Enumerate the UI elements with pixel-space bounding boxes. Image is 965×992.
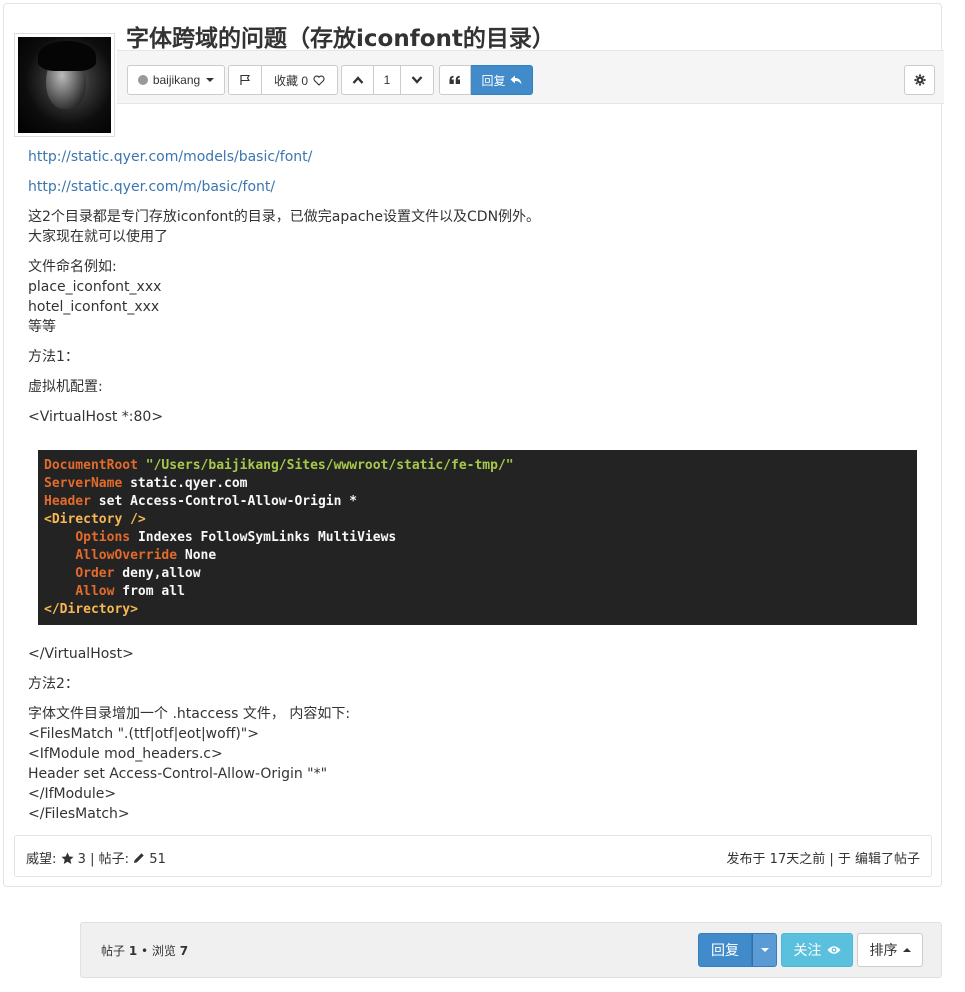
- code-tag: <Directory />: [44, 512, 146, 527]
- paragraph-text: </FilesMatch>: [28, 806, 130, 822]
- topic-reply-button[interactable]: 回复: [698, 933, 752, 967]
- code-keyword: Options: [75, 530, 131, 545]
- caret-down-icon: [760, 948, 769, 952]
- page-title: 字体跨域的问题（存放iconfont的目录）: [126, 26, 555, 52]
- reply-button[interactable]: 回复: [471, 65, 533, 95]
- paragraph-text: </VirtualHost>: [28, 646, 134, 662]
- published-info: 发布于 17天之前 | 于 编辑了帖子: [726, 852, 920, 867]
- quote-button[interactable]: [439, 65, 471, 95]
- author-dropdown-button[interactable]: baijikang: [127, 65, 225, 95]
- flag-icon: [240, 74, 250, 85]
- paragraph-text: 字体文件目录增加一个 .htaccess 文件， 内容如下:: [28, 706, 351, 722]
- author-stats: 威望: 3 | 帖子: 51: [26, 848, 166, 867]
- eye-icon: [827, 946, 840, 954]
- code-keyword: DocumentRoot: [44, 458, 138, 473]
- flag-button[interactable]: [228, 65, 262, 95]
- heart-icon: [313, 75, 325, 86]
- follow-button[interactable]: 关注: [781, 933, 853, 967]
- topic-posts-count: 1: [128, 944, 138, 958]
- paragraph-text: Header set Access-Control-Allow-Origin "…: [28, 766, 328, 782]
- paragraph-text: 文件命名例如:: [28, 259, 117, 275]
- paragraph-text: <IfModule mod_headers.c>: [28, 746, 223, 762]
- topic-posts-label: 帖子: [101, 944, 126, 958]
- paragraph-text: 虚拟机配置:: [28, 379, 103, 395]
- follow-label: 关注: [793, 943, 822, 959]
- code-line: DocumentRoot "/Users/baijikang/Sites/www…: [44, 457, 911, 475]
- code-value: None: [184, 548, 217, 563]
- code-line: </Directory>: [44, 601, 911, 619]
- quote-icon: [449, 75, 460, 84]
- reputation-label: 威望:: [26, 852, 57, 867]
- topic-stats: 帖子 1 • 浏览 7: [101, 942, 188, 959]
- vote-count: 1: [374, 65, 401, 95]
- paragraph-text: 等等: [28, 319, 56, 335]
- paragraph-text: hotel_iconfont_xxx: [28, 299, 160, 315]
- paragraph-text: 方法2：: [28, 676, 79, 692]
- code-tag: </Directory>: [44, 602, 138, 617]
- code-line: Options Indexes FollowSymLinks MultiView…: [44, 529, 911, 547]
- code-value: Indexes FollowSymLinks MultiViews: [137, 530, 397, 545]
- bookmark-button[interactable]: 收藏 0: [262, 65, 338, 95]
- code-line: Header set Access-Control-Allow-Origin *: [44, 493, 911, 511]
- code-block: DocumentRoot "/Users/baijikang/Sites/www…: [38, 450, 917, 625]
- code-keyword: Header: [44, 494, 91, 509]
- paragraph-text: </IfModule>: [28, 786, 117, 802]
- paragraph-text: place_iconfont_xxx: [28, 279, 162, 295]
- topic-reply-label: 回复: [711, 943, 739, 959]
- reply-icon: [510, 75, 521, 85]
- status-dot-icon: [137, 75, 148, 85]
- paragraph-text: <VirtualHost *:80>: [28, 409, 164, 425]
- paragraph-text: 方法1：: [28, 349, 79, 365]
- post-footer: 威望: 3 | 帖子: 51 发布于 17天之前 | 于 编辑了帖子: [14, 835, 932, 877]
- upvote-button[interactable]: [341, 65, 374, 95]
- topic-views-count: 7: [179, 944, 189, 958]
- caret-down-icon: [206, 78, 215, 82]
- code-line: ServerName static.qyer.com: [44, 475, 911, 493]
- code-keyword: Order: [75, 566, 115, 581]
- paragraph-text: 大家现在就可以使用了: [28, 229, 168, 245]
- font-link-m[interactable]: http://static.qyer.com/m/basic/font/: [28, 179, 275, 195]
- settings-button[interactable]: [904, 65, 935, 95]
- posts-label: 帖子:: [98, 852, 130, 867]
- topic-views-label: • 浏览: [141, 944, 176, 958]
- reply-label: 回复: [481, 73, 506, 88]
- chevron-up-icon: [352, 76, 363, 84]
- reply-options-dropdown[interactable]: [752, 933, 777, 967]
- code-line: Allow from all: [44, 583, 911, 601]
- sort-label: 排序: [869, 943, 898, 959]
- bookmark-label: 收藏 0: [273, 73, 308, 88]
- code-value: deny,allow: [122, 566, 201, 581]
- paragraph-text: 这2个目录都是专门存放iconfont的目录，已做完apache设置文件以及CD…: [28, 209, 541, 225]
- caret-up-icon: [902, 948, 911, 952]
- code-string: "/Users/baijikang/Sites/wwwroot/static/f…: [145, 458, 514, 473]
- post-content: http://static.qyer.com/models/basic/font…: [28, 147, 928, 437]
- downvote-button[interactable]: [401, 65, 434, 95]
- vote-count-value: 1: [383, 73, 391, 87]
- posts-value: 51: [149, 852, 166, 867]
- code-keyword: Allow: [75, 584, 115, 599]
- code-value: from all: [122, 584, 185, 599]
- gear-icon: [914, 74, 925, 86]
- pencil-icon: [134, 853, 144, 863]
- sort-button[interactable]: 排序: [857, 933, 923, 967]
- code-keyword: AllowOverride: [75, 548, 178, 563]
- code-line: AllowOverride None: [44, 547, 911, 565]
- separator: |: [90, 852, 95, 867]
- avatar-image: [18, 37, 111, 133]
- paragraph-text: <FilesMatch ".(ttf|otf|eot|woff)">: [28, 726, 259, 742]
- post-content-continued: </VirtualHost> 方法2： 字体文件目录增加一个 .htaccess…: [28, 644, 928, 834]
- code-value: static.qyer.com: [130, 476, 248, 491]
- chevron-down-icon: [411, 76, 423, 84]
- font-link-models[interactable]: http://static.qyer.com/models/basic/font…: [28, 149, 312, 165]
- code-line: Order deny,allow: [44, 565, 911, 583]
- topic-action-bar: 帖子 1 • 浏览 7 回复 关注 排序: [80, 922, 942, 978]
- code-keyword: ServerName: [44, 476, 123, 491]
- avatar[interactable]: [14, 33, 115, 137]
- star-icon: [61, 852, 74, 864]
- code-line: <Directory />: [44, 511, 911, 529]
- post-toolbar: baijikang 收藏 0 1 回复: [117, 50, 944, 104]
- code-value: set Access-Control-Allow-Origin *: [98, 494, 358, 509]
- author-name: baijikang: [152, 73, 201, 87]
- reputation-value: 3: [77, 852, 86, 867]
